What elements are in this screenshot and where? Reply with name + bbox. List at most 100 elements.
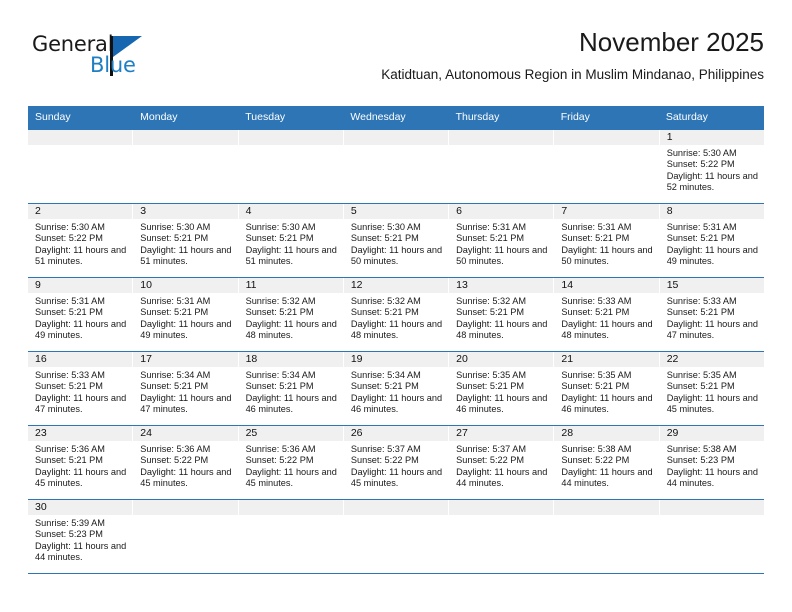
day-number: 10 <box>133 277 238 293</box>
day-cell[interactable]: 13 Sunrise: 5:32 AM Sunset: 5:21 PM Dayligh… <box>449 277 555 351</box>
day-cell[interactable]: 8 Sunrise: 5:31 AM Sunset: 5:21 PM Daylight… <box>659 203 764 277</box>
sunset-text: Sunset: 5:22 PM <box>666 159 735 170</box>
daylight-text: Daylight: 11 hours and 45 minutes. <box>350 466 443 489</box>
day-details: Sunrise: 5:31 AM Sunset: 5:21 PM Daylight:… <box>133 293 237 342</box>
day-cell[interactable]: 5 Sunrise: 5:30 AM Sunset: 5:21 PM Daylight… <box>343 203 450 277</box>
day-cell[interactable]: 7 Sunrise: 5:31 AM Sunset: 5:21 PM Daylight… <box>554 203 660 277</box>
day-details: Sunrise: 5:38 AM Sunset: 5:22 PM Daylight:… <box>554 441 658 490</box>
sunset-text: Sunset: 5:21 PM <box>245 233 314 244</box>
day-number: 11 <box>238 277 343 293</box>
day-cell-empty <box>133 129 239 203</box>
daylight-text: Daylight: 11 hours and 51 minutes. <box>245 244 337 267</box>
sunset-text: Sunset: 5:21 PM <box>350 307 419 318</box>
day-cell[interactable]: 24 Sunrise: 5:36 AM Sunset: 5:22 PM Dayligh… <box>133 425 239 499</box>
day-cell[interactable]: 30 Sunrise: 5:39 AM Sunset: 5:23 PM Dayligh… <box>28 499 134 573</box>
sunset-text: Sunset: 5:21 PM <box>666 233 735 244</box>
daylight-text: Daylight: 11 hours and 48 minutes. <box>561 318 653 341</box>
day-details: Sunrise: 5:31 AM Sunset: 5:21 PM Daylight:… <box>28 293 132 342</box>
day-cell[interactable]: 4 Sunrise: 5:30 AM Sunset: 5:21 PM Daylight… <box>238 203 344 277</box>
daylight-text: Daylight: 11 hours and 45 minutes. <box>245 466 337 489</box>
day-cell[interactable]: 27 Sunrise: 5:37 AM Sunset: 5:22 PM Dayligh… <box>449 425 555 499</box>
sunset-text: Sunset: 5:21 PM <box>140 381 209 392</box>
day-details: Sunrise: 5:30 AM Sunset: 5:21 PM Daylight:… <box>239 219 343 268</box>
sunrise-text: Sunrise: 5:35 AM <box>456 369 527 380</box>
calendar-week-row: 30 Sunrise: 5:39 AM Sunset: 5:23 PM Dayligh… <box>28 499 764 574</box>
day-details: Sunrise: 5:33 AM Sunset: 5:21 PM Daylight:… <box>660 293 764 342</box>
sunrise-text: Sunrise: 5:33 AM <box>35 369 105 380</box>
day-cell[interactable]: 9 Sunrise: 5:31 AM Sunset: 5:21 PM Daylight… <box>28 277 134 351</box>
day-number <box>554 129 659 145</box>
day-details: Sunrise: 5:34 AM Sunset: 5:21 PM Daylight:… <box>239 367 343 416</box>
day-cell[interactable]: 3 Sunrise: 5:30 AM Sunset: 5:21 PM Daylight… <box>133 203 239 277</box>
day-cell[interactable]: 21 Sunrise: 5:35 AM Sunset: 5:21 PM Dayligh… <box>554 351 660 425</box>
day-number: 20 <box>449 351 554 367</box>
sunset-text: Sunset: 5:22 PM <box>245 455 314 466</box>
day-details: Sunrise: 5:31 AM Sunset: 5:21 PM Daylight:… <box>554 219 658 268</box>
day-cell-empty <box>28 129 134 203</box>
day-cell[interactable]: 2 Sunrise: 5:30 AM Sunset: 5:22 PM Daylight… <box>28 203 134 277</box>
weekday-header-friday: Friday <box>560 111 590 123</box>
day-number <box>343 499 449 515</box>
daylight-text: Daylight: 11 hours and 44 minutes. <box>456 466 548 489</box>
day-cell[interactable]: 29 Sunrise: 5:38 AM Sunset: 5:23 PM Dayligh… <box>659 425 764 499</box>
general-blue-logo[interactable]: General Blue <box>32 34 192 90</box>
day-number: 27 <box>449 425 554 441</box>
daylight-text: Daylight: 11 hours and 48 minutes. <box>456 318 548 341</box>
sunset-text: Sunset: 5:22 PM <box>35 233 103 244</box>
calendar-week-row: 9 Sunrise: 5:31 AM Sunset: 5:21 PM Daylight… <box>28 277 764 352</box>
day-details: Sunrise: 5:34 AM Sunset: 5:21 PM Daylight:… <box>344 367 448 416</box>
sunset-text: Sunset: 5:21 PM <box>350 381 419 392</box>
day-cell[interactable]: 19 Sunrise: 5:34 AM Sunset: 5:21 PM Dayligh… <box>343 351 450 425</box>
page-header: General Blue November 2025 Katidtuan, Au… <box>28 27 764 100</box>
day-cell-empty <box>554 129 660 203</box>
day-cell[interactable]: 6 Sunrise: 5:31 AM Sunset: 5:21 PM Daylight… <box>449 203 555 277</box>
sunrise-text: Sunrise: 5:37 AM <box>350 443 421 454</box>
day-cell[interactable]: 18 Sunrise: 5:34 AM Sunset: 5:21 PM Dayligh… <box>238 351 344 425</box>
daylight-text: Daylight: 11 hours and 45 minutes. <box>140 466 232 489</box>
day-cell[interactable]: 14 Sunrise: 5:33 AM Sunset: 5:21 PM Dayligh… <box>554 277 660 351</box>
day-number <box>343 129 449 145</box>
day-cell[interactable]: 1 Sunrise: 5:30 AM Sunset: 5:22 PM Daylight… <box>659 129 764 203</box>
day-number: 13 <box>449 277 554 293</box>
day-details: Sunrise: 5:33 AM Sunset: 5:21 PM Daylight:… <box>28 367 132 416</box>
day-cell[interactable]: 26 Sunrise: 5:37 AM Sunset: 5:22 PM Dayligh… <box>343 425 450 499</box>
day-cell[interactable]: 22 Sunrise: 5:35 AM Sunset: 5:21 PM Dayligh… <box>659 351 764 425</box>
sunrise-text: Sunrise: 5:30 AM <box>140 221 211 232</box>
day-cell[interactable]: 20 Sunrise: 5:35 AM Sunset: 5:21 PM Dayligh… <box>449 351 555 425</box>
day-cell[interactable]: 17 Sunrise: 5:34 AM Sunset: 5:21 PM Dayligh… <box>133 351 239 425</box>
day-details: Sunrise: 5:30 AM Sunset: 5:21 PM Daylight:… <box>344 219 448 268</box>
daylight-text: Daylight: 11 hours and 52 minutes. <box>666 170 758 193</box>
day-number <box>238 129 343 145</box>
day-cell[interactable]: 23 Sunrise: 5:36 AM Sunset: 5:21 PM Dayligh… <box>28 425 134 499</box>
daylight-text: Daylight: 11 hours and 45 minutes. <box>35 466 127 489</box>
sunrise-text: Sunrise: 5:35 AM <box>666 369 737 380</box>
daylight-text: Daylight: 11 hours and 50 minutes. <box>561 244 653 267</box>
sunset-text: Sunset: 5:21 PM <box>561 381 630 392</box>
daylight-text: Daylight: 11 hours and 49 minutes. <box>666 244 758 267</box>
day-number: 30 <box>28 499 133 515</box>
day-cell[interactable]: 16 Sunrise: 5:33 AM Sunset: 5:21 PM Dayligh… <box>28 351 134 425</box>
day-cell-empty <box>238 129 344 203</box>
day-cell-empty <box>343 499 450 573</box>
daylight-text: Daylight: 11 hours and 49 minutes. <box>35 318 127 341</box>
day-cell[interactable]: 28 Sunrise: 5:38 AM Sunset: 5:22 PM Dayligh… <box>554 425 660 499</box>
sunrise-text: Sunrise: 5:31 AM <box>35 295 105 306</box>
daylight-text: Daylight: 11 hours and 49 minutes. <box>140 318 232 341</box>
day-number: 24 <box>133 425 238 441</box>
day-cell[interactable]: 12 Sunrise: 5:32 AM Sunset: 5:21 PM Dayligh… <box>343 277 450 351</box>
sunset-text: Sunset: 5:21 PM <box>245 381 314 392</box>
day-cell-empty <box>554 499 660 573</box>
daylight-text: Daylight: 11 hours and 47 minutes. <box>35 392 127 415</box>
day-cell[interactable]: 25 Sunrise: 5:36 AM Sunset: 5:22 PM Dayligh… <box>238 425 344 499</box>
day-cell[interactable]: 10 Sunrise: 5:31 AM Sunset: 5:21 PM Dayligh… <box>133 277 239 351</box>
daylight-text: Daylight: 11 hours and 48 minutes. <box>350 318 443 341</box>
day-details: Sunrise: 5:36 AM Sunset: 5:22 PM Daylight:… <box>239 441 343 490</box>
day-cell[interactable]: 11 Sunrise: 5:32 AM Sunset: 5:21 PM Dayligh… <box>238 277 344 351</box>
day-cell-empty <box>238 499 344 573</box>
daylight-text: Daylight: 11 hours and 50 minutes. <box>456 244 548 267</box>
calendar-week-row: 16 Sunrise: 5:33 AM Sunset: 5:21 PM Dayligh… <box>28 351 764 426</box>
day-cell[interactable]: 15 Sunrise: 5:33 AM Sunset: 5:21 PM Dayligh… <box>659 277 764 351</box>
sunrise-text: Sunrise: 5:33 AM <box>666 295 737 306</box>
day-details: Sunrise: 5:32 AM Sunset: 5:21 PM Daylight:… <box>449 293 553 342</box>
day-cell-empty <box>133 499 239 573</box>
